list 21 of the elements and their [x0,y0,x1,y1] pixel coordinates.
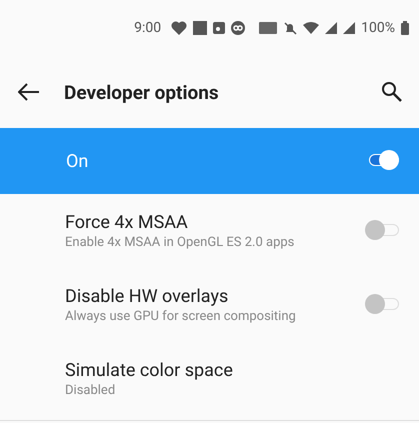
square-icon [193,21,208,35]
setting-title[interactable]: Force 4x MSAA [65,212,365,233]
signal-icon [343,22,356,34]
battery-icon [401,21,409,35]
heart-icon [171,21,188,35]
setting-summary: Always use GPU for screen compositing [65,309,297,324]
toggle-switch[interactable] [365,294,399,316]
setting-summary: Disabled [65,383,116,398]
setting-title[interactable]: Simulate color space [65,360,399,381]
setting-title[interactable]: Disable HW overlays [65,286,365,307]
setting-summary: Enable 4x MSAA in OpenGL ES 2.0 apps [65,235,296,250]
search-icon[interactable] [381,81,403,103]
status-time: 9:00 [134,20,162,36]
muted-bell-icon [283,21,298,35]
battery-percent: 100% [361,20,395,36]
toggle-switch[interactable] [365,220,399,242]
screen-title: Developer options [64,80,220,104]
wifi-icon [303,22,320,34]
signal-icon [325,22,338,34]
master-label: On [66,150,90,172]
back-arrow-icon[interactable] [18,83,40,101]
